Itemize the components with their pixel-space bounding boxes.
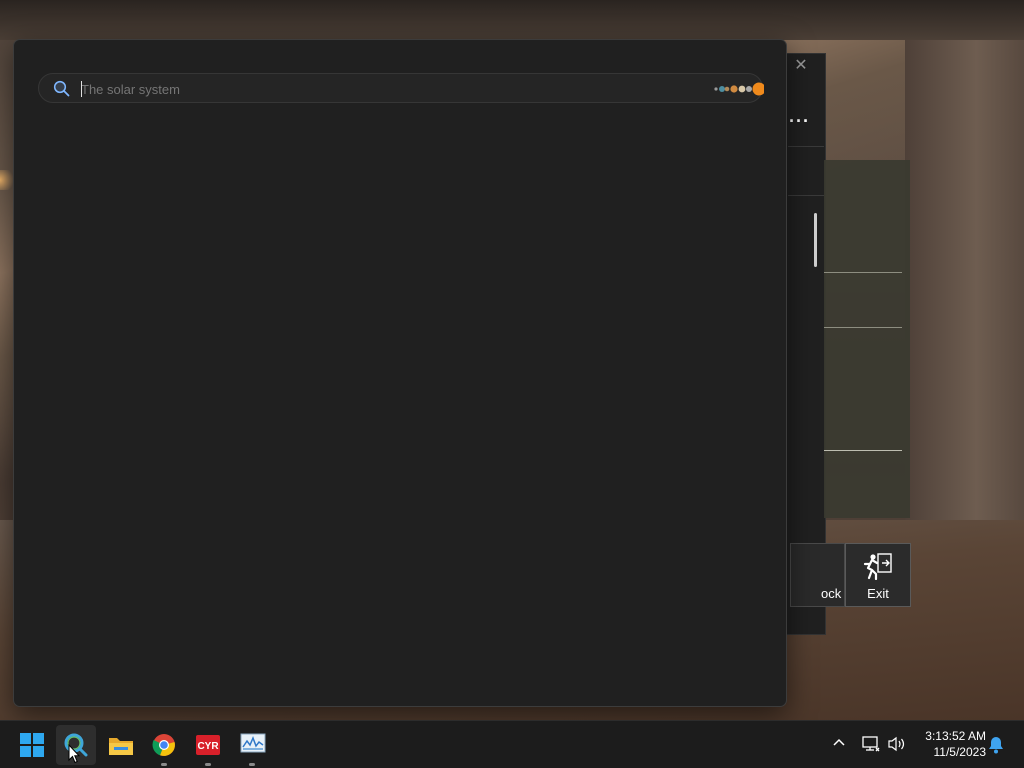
notification-bell-icon[interactable]: [988, 736, 1004, 754]
exit-running-icon: [863, 553, 892, 580]
search-box[interactable]: [38, 73, 764, 103]
chrome-icon: [152, 734, 175, 756]
cyr-app-button[interactable]: CYR: [188, 725, 228, 766]
divider: [788, 146, 824, 147]
divider: [824, 450, 902, 451]
folder-icon: [109, 738, 133, 755]
network-icon: [862, 736, 880, 752]
cyr-app-icon: CYR: [196, 735, 220, 755]
wallpaper-ceiling: [0, 0, 1024, 40]
clock-time: 3:13:52 AM: [925, 729, 986, 743]
running-indicator: [205, 763, 211, 766]
windows-logo-icon: [20, 733, 44, 757]
chevron-up-icon: [833, 738, 845, 746]
lock-button[interactable]: ock: [790, 543, 845, 607]
exit-button[interactable]: Exit: [845, 543, 911, 607]
file-explorer-button[interactable]: [100, 725, 140, 765]
divider: [824, 327, 902, 328]
background-panel: [824, 160, 910, 518]
lock-button-label: ock: [821, 586, 842, 601]
solar-system-icon: [714, 82, 764, 96]
show-hidden-icons-button[interactable]: [830, 720, 850, 768]
more-options-icon[interactable]: ···: [789, 112, 810, 130]
running-indicator: [249, 763, 255, 766]
search-icon: [53, 80, 70, 97]
wallpaper-light: [0, 170, 14, 190]
search-input[interactable]: [81, 79, 681, 99]
scrollbar-thumb[interactable]: [814, 213, 817, 267]
system-clock[interactable]: 3:13:52 AM 11/5/2023: [914, 728, 986, 760]
chrome-button[interactable]: [144, 725, 184, 766]
svg-text:CYR: CYR: [197, 741, 219, 752]
resource-monitor-button[interactable]: [232, 725, 272, 766]
network-button[interactable]: [860, 720, 882, 768]
start-button[interactable]: [12, 725, 52, 765]
volume-icon: [888, 736, 905, 752]
divider: [824, 272, 902, 273]
volume-button[interactable]: [886, 720, 908, 768]
divider: [788, 195, 824, 196]
text-caret: [81, 81, 82, 97]
close-icon[interactable]: ✕: [793, 58, 809, 74]
running-indicator: [161, 763, 167, 766]
search-flyout: [13, 39, 787, 707]
mouse-cursor-icon: [68, 744, 80, 764]
exit-button-label: Exit: [867, 586, 889, 601]
clock-date: 11/5/2023: [933, 745, 987, 759]
resource-monitor-icon: [240, 733, 266, 753]
